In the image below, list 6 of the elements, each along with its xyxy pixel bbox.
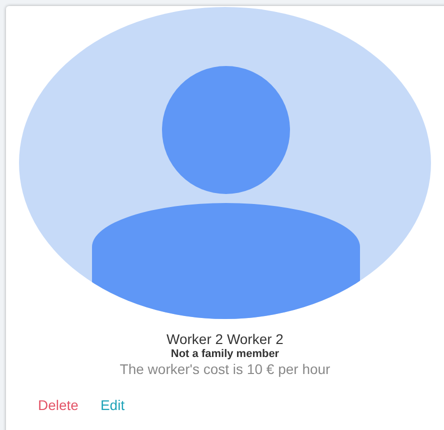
avatar-icon <box>19 7 431 319</box>
worker-name: Worker 2 Worker 2 <box>166 331 284 347</box>
delete-link[interactable]: Delete <box>38 397 78 413</box>
edit-link[interactable]: Edit <box>100 397 125 413</box>
family-status: Not a family member <box>170 348 280 361</box>
worker-cost: The worker's cost is 10 € per hour <box>120 361 330 377</box>
